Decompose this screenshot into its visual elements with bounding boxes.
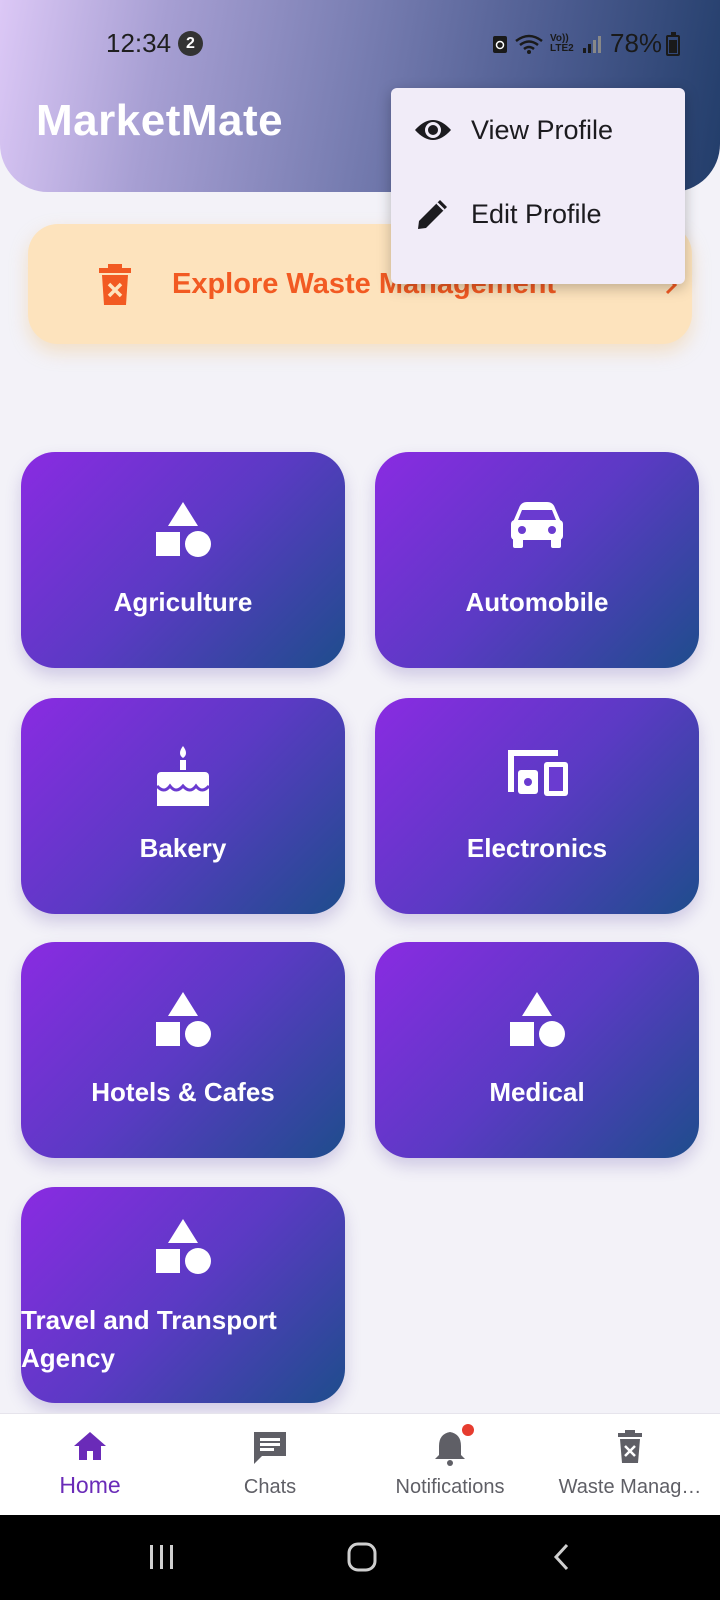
car-icon xyxy=(511,502,563,548)
profile-popup-menu: View Profile Edit Profile xyxy=(391,88,685,284)
category-card-bakery[interactable]: Bakery xyxy=(21,698,345,914)
nav-label: Chats xyxy=(243,1476,297,1498)
recent-apps-button[interactable] xyxy=(132,1537,192,1577)
recycle-status-icon xyxy=(493,36,507,53)
status-time: 12:34 xyxy=(106,28,172,58)
category-label: Bakery xyxy=(139,833,227,863)
shapes-icon xyxy=(156,1219,211,1274)
menu-item-label: Edit Profile xyxy=(471,199,602,229)
status-bar: 12:34 2 Vo)) LTE2 78% xyxy=(0,0,720,88)
nav-label: Notifications xyxy=(395,1476,505,1498)
recent-apps-icon xyxy=(150,1545,173,1569)
battery-icon xyxy=(666,32,680,56)
category-card-travel-transport[interactable]: Travel and Transport Agency xyxy=(21,1187,345,1403)
shapes-icon xyxy=(510,992,565,1047)
category-label: Electronics xyxy=(466,833,608,863)
cake-icon xyxy=(155,746,211,806)
system-icons: Vo)) LTE2 xyxy=(492,30,604,58)
bell-icon xyxy=(435,1432,465,1466)
network-label: Vo)) LTE2 xyxy=(550,33,574,54)
category-card-medical[interactable]: Medical xyxy=(375,942,699,1158)
system-navigation-bar xyxy=(0,1515,720,1600)
category-label: Automobile xyxy=(465,587,609,617)
menu-item-view-profile[interactable]: View Profile xyxy=(391,88,685,172)
bottom-navigation: Home Chats Notifications Waste Manag… xyxy=(0,1413,720,1515)
home-button[interactable] xyxy=(332,1537,392,1577)
back-chevron-icon xyxy=(553,1543,569,1571)
shapes-icon xyxy=(156,502,211,557)
chat-icon xyxy=(254,1432,286,1464)
nav-item-home[interactable]: Home xyxy=(0,1414,180,1516)
nav-label: Home xyxy=(59,1472,121,1498)
category-card-automobile[interactable]: Automobile xyxy=(375,452,699,668)
home-icon xyxy=(74,1432,106,1460)
eye-icon xyxy=(413,110,453,150)
wifi-icon xyxy=(515,34,543,54)
notification-count-badge: 2 xyxy=(178,31,203,56)
category-label: Medical xyxy=(489,1077,585,1107)
category-card-hotels-cafes[interactable]: Hotels & Cafes xyxy=(21,942,345,1158)
home-circle-icon xyxy=(347,1542,377,1572)
nav-item-waste-management[interactable]: Waste Manag… xyxy=(540,1414,720,1516)
category-label: Travel and Transport Agency xyxy=(21,1305,277,1373)
category-card-agriculture[interactable]: Agriculture xyxy=(21,452,345,668)
nav-item-notifications[interactable]: Notifications xyxy=(360,1414,540,1516)
category-label: Agriculture xyxy=(113,587,253,617)
menu-item-label: View Profile xyxy=(471,115,614,145)
battery-level: 78% xyxy=(610,28,663,58)
notification-dot xyxy=(462,1424,474,1436)
signal-icon xyxy=(583,36,601,53)
pencil-icon xyxy=(413,194,453,234)
menu-item-edit-profile[interactable]: Edit Profile xyxy=(391,172,685,256)
back-button[interactable] xyxy=(532,1537,592,1577)
trash-icon xyxy=(618,1430,642,1463)
app-title: MarketMate xyxy=(36,96,284,145)
trash-icon xyxy=(99,264,131,305)
shapes-icon xyxy=(156,992,211,1047)
category-label: Hotels & Cafes xyxy=(91,1077,275,1107)
nav-item-chats[interactable]: Chats xyxy=(180,1414,360,1516)
nav-label: Waste Manag… xyxy=(558,1476,702,1498)
devices-icon xyxy=(508,750,568,796)
category-card-electronics[interactable]: Electronics xyxy=(375,698,699,914)
